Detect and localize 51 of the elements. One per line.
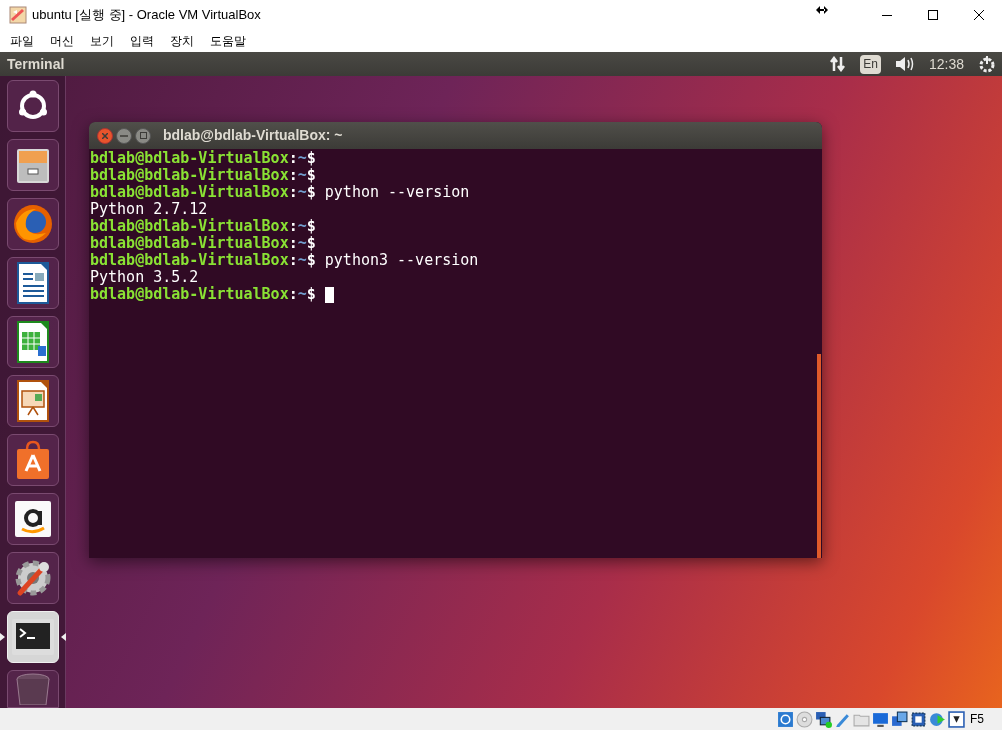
menu-item[interactable]: 장치: [162, 32, 202, 50]
launcher-item[interactable]: [6, 80, 59, 132]
terminal-line: bdlab@bdlab-VirtualBox:~$: [90, 218, 316, 235]
menu-item[interactable]: 파일: [2, 32, 42, 50]
terminal-line: bdlab@bdlab-VirtualBox:~$ python --version: [90, 184, 470, 201]
minimize-icon: [120, 134, 128, 137]
terminal-icon: [10, 618, 55, 656]
scrollbar-thumb[interactable]: [817, 354, 821, 558]
launcher-item[interactable]: [6, 198, 59, 250]
maximize-icon: [139, 132, 147, 139]
terminal-line: bdlab@bdlab-VirtualBox:~$: [90, 150, 316, 167]
minimize-button[interactable]: [116, 127, 132, 144]
menu-item[interactable]: 보기: [82, 32, 122, 50]
keyboard-layout-indicator[interactable]: En: [860, 54, 881, 74]
windows-icon[interactable]: [891, 710, 908, 728]
monitor-icon[interactable]: [872, 710, 889, 728]
launcher-item[interactable]: [6, 552, 59, 604]
terminal-line: bdlab@bdlab-VirtualBox:~$ python3 --version: [90, 252, 479, 269]
network-arrows-icon[interactable]: [830, 56, 847, 72]
menu-item[interactable]: 머신: [42, 32, 82, 50]
maximize-icon: [928, 10, 938, 20]
menu-item[interactable]: 도움말: [202, 32, 254, 50]
resize-cursor-icon: [816, 6, 828, 14]
focus-arrow-icon: [60, 633, 66, 641]
terminal-line: bdlab@bdlab-VirtualBox:~$: [90, 235, 316, 252]
running-arrow-icon: [0, 633, 5, 641]
clock[interactable]: 12:38: [928, 53, 964, 75]
disk-icon[interactable]: [777, 710, 794, 728]
terminal-title: bdlab@bdlab-VirtualBox: ~: [163, 126, 343, 145]
close-icon: [102, 132, 108, 139]
power-gear-icon[interactable]: [978, 55, 996, 73]
terminal-line: bdlab@bdlab-VirtualBox:~$: [90, 286, 316, 303]
chip-icon[interactable]: [910, 710, 927, 728]
close-button[interactable]: [97, 127, 113, 144]
close-icon: [974, 10, 984, 20]
app-title: Terminal: [7, 54, 65, 74]
launcher-item[interactable]: [6, 139, 59, 191]
host-key-label: F5: [970, 711, 984, 728]
launcher-item[interactable]: [6, 493, 59, 545]
network-icon[interactable]: [815, 710, 832, 728]
launcher-item[interactable]: [6, 257, 59, 309]
browser-globe-icon: [11, 203, 54, 245]
window-title: ubuntu [실행 중] - Oracle VM VirtualBox: [32, 6, 261, 25]
terminal-line: Python 3.5.2: [90, 268, 199, 286]
terminal-line: Python 2.7.12: [90, 200, 208, 218]
menu-item[interactable]: 입력: [122, 32, 162, 50]
launcher-item[interactable]: [6, 375, 59, 427]
launcher-item[interactable]: [6, 316, 59, 368]
launcher-item[interactable]: [6, 434, 59, 486]
terminal-line: bdlab@bdlab-VirtualBox:~$: [90, 167, 316, 184]
volume-icon[interactable]: [894, 56, 915, 72]
